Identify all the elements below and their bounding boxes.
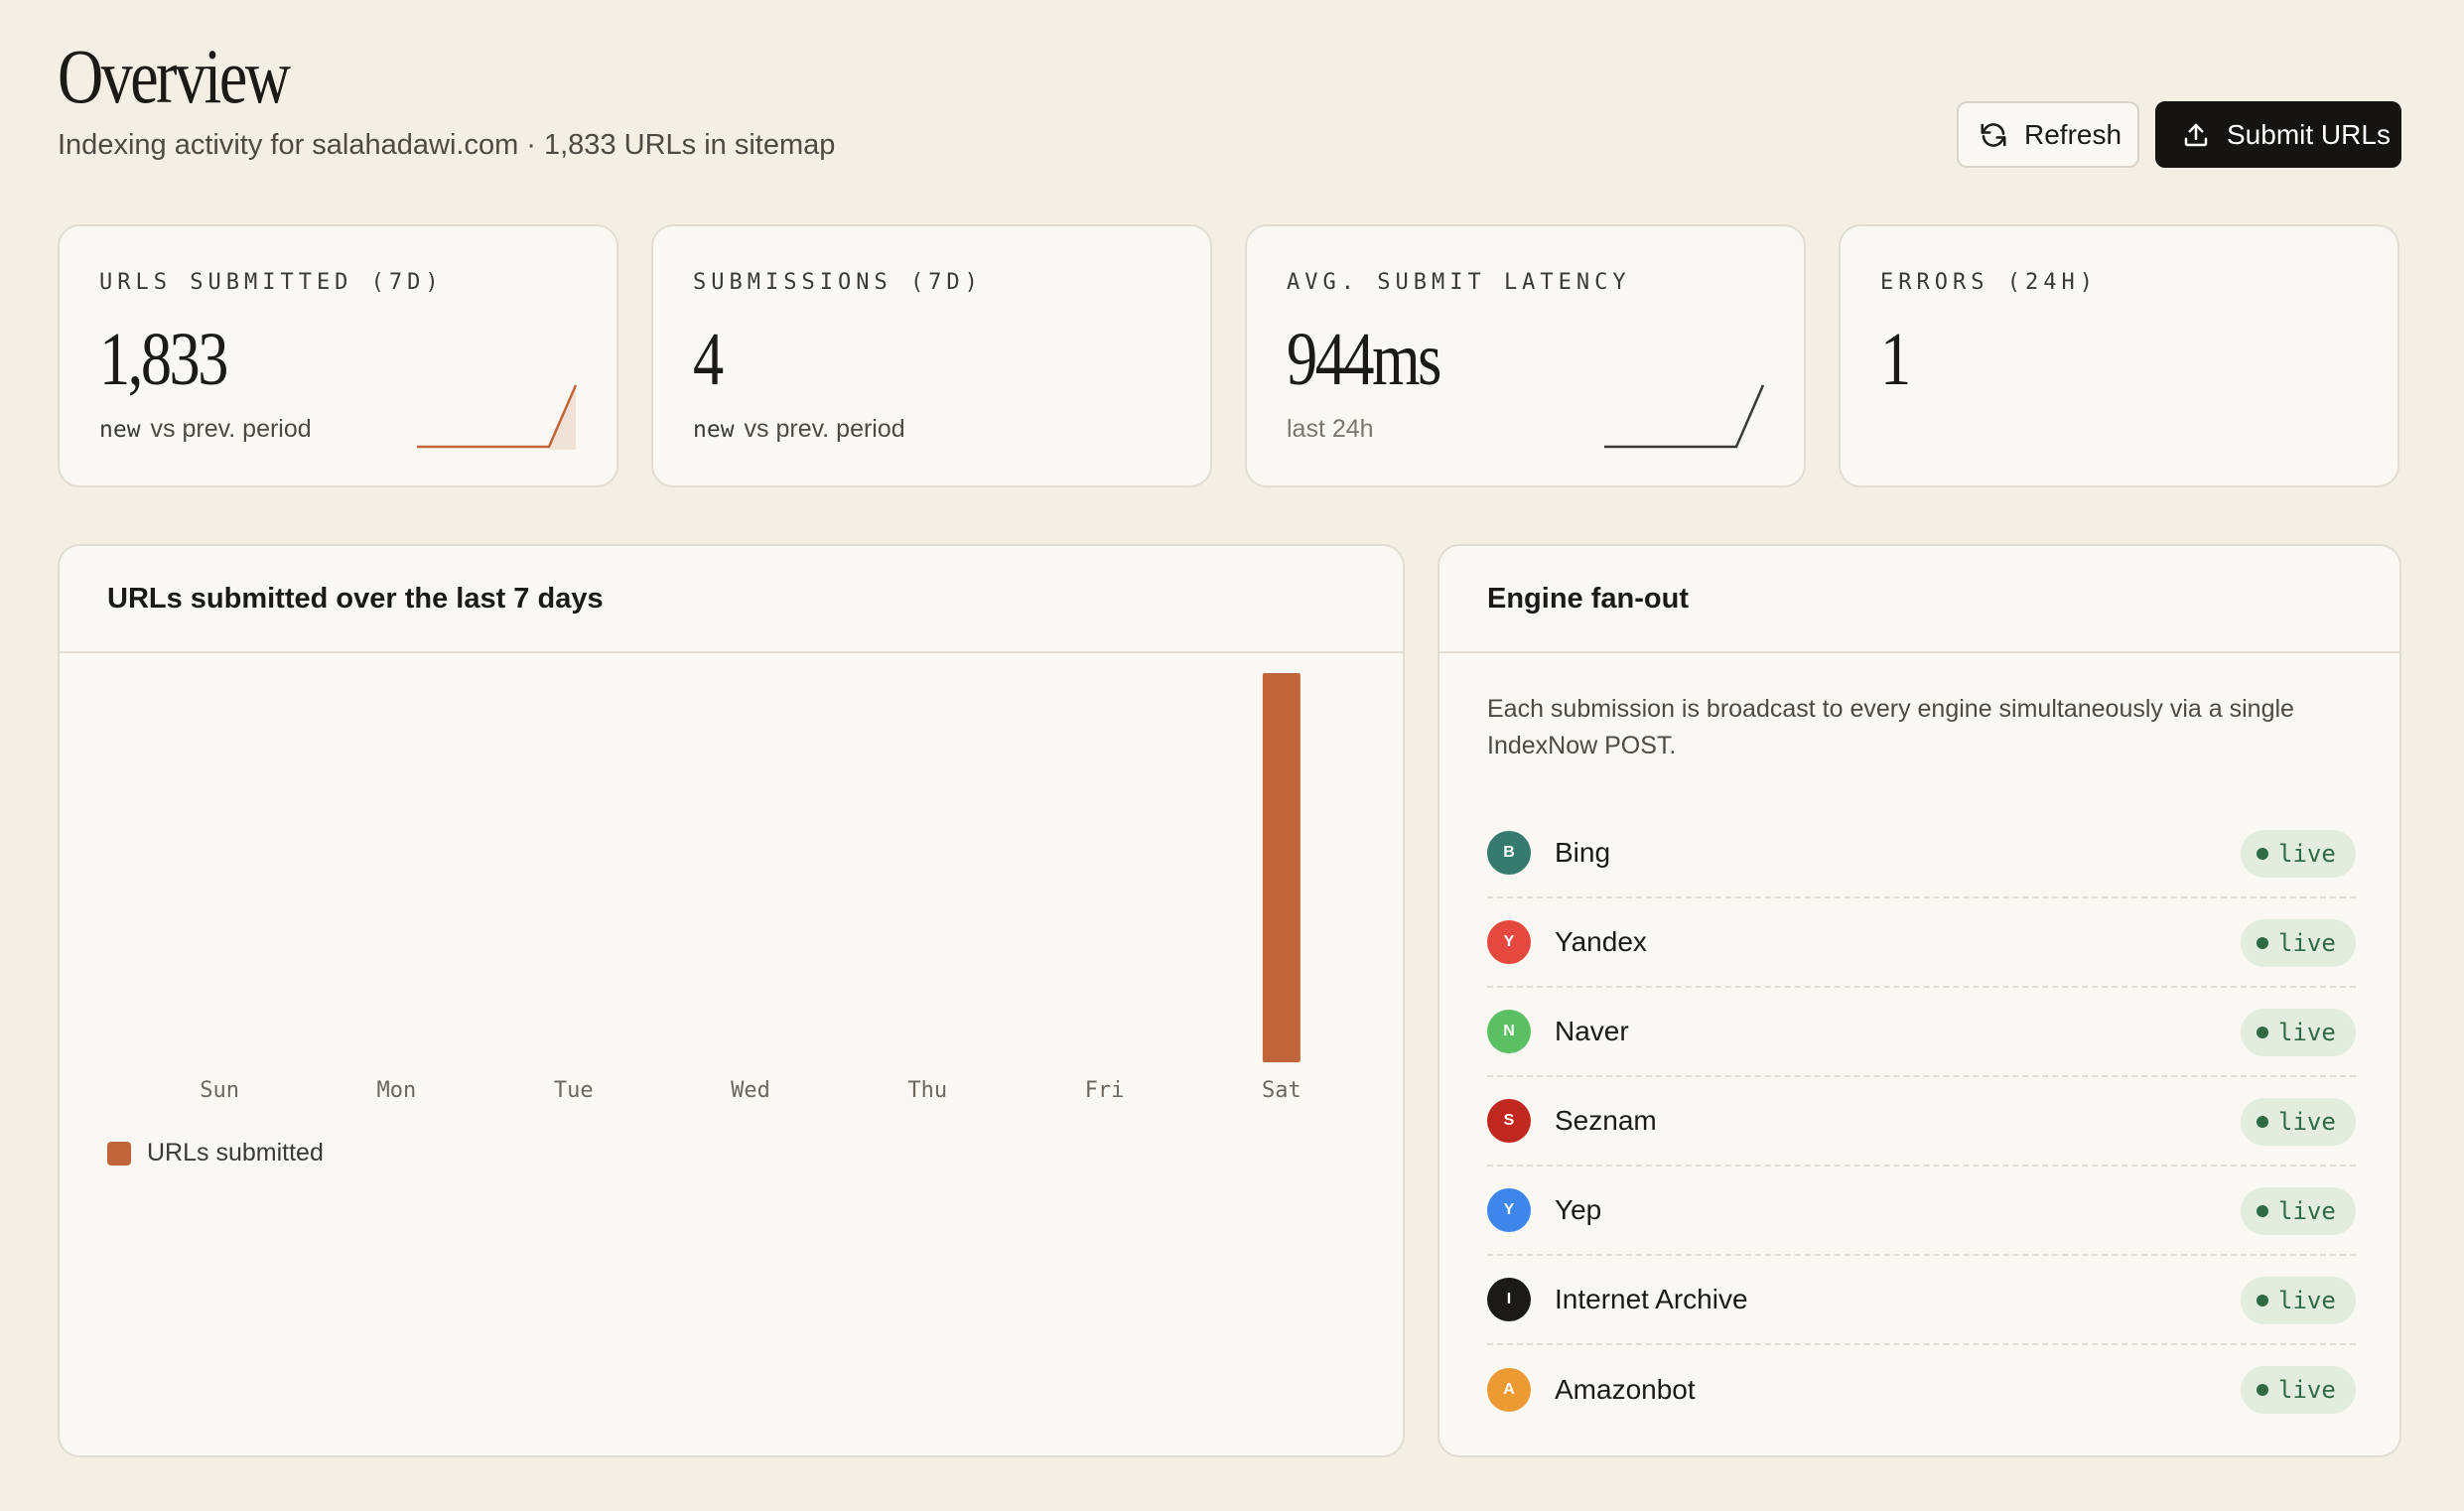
chart-bar-sat: [1262, 673, 1300, 1062]
stat-delta-badge: new: [693, 417, 735, 443]
bar-chart: Sun Mon Tue Wed Thu Fri Sat: [200, 673, 1301, 1103]
status-label: live: [2278, 1019, 2336, 1046]
stat-label: ERRORS (24H): [1880, 270, 2098, 295]
x-tick-label: Mon: [377, 1078, 417, 1103]
engine-list: B Bing live Y Yandex live N Naver live S Seznam liv…: [1487, 809, 2356, 1435]
status-badge: live: [2241, 919, 2356, 967]
engine-row: Y Yep live: [1487, 1167, 2356, 1256]
engine-avatar: N: [1487, 1010, 1531, 1053]
stat-card-errors: ERRORS (24H) 1: [1839, 224, 2399, 487]
x-tick-label: Thu: [907, 1078, 947, 1103]
engine-row: Y Yandex live: [1487, 898, 2356, 988]
legend-swatch: [107, 1141, 131, 1166]
chart-panel-title: URLs submitted over the last 7 days: [60, 546, 1403, 653]
page-title: Overview: [58, 33, 291, 119]
page-subtitle: Indexing activity for salahadawi.com · 1…: [58, 129, 836, 161]
engine-row: B Bing live: [1487, 809, 2356, 898]
stat-delta: new vs prev. period: [693, 415, 905, 444]
status-badge: live: [2241, 1009, 2356, 1056]
stat-value: 4: [693, 318, 724, 401]
stat-value: 944ms: [1287, 318, 1441, 401]
stat-delta-badge: new: [99, 417, 141, 443]
status-dot-icon: [2257, 1295, 2268, 1306]
status-dot-icon: [2257, 848, 2268, 860]
engine-panel-description: Each submission is broadcast to every en…: [1487, 695, 2294, 759]
engine-name: Yandex: [1555, 926, 1647, 957]
stat-delta-text: vs prev. period: [744, 415, 905, 443]
x-tick-label: Wed: [731, 1078, 770, 1103]
stat-card-urls-submitted: URLS SUBMITTED (7D) 1,833 new vs prev. pe…: [58, 224, 618, 487]
status-label: live: [2278, 1287, 2336, 1314]
chart-panel: URLs submitted over the last 7 days Sun M…: [58, 544, 1405, 1457]
status-badge: live: [2241, 1366, 2356, 1414]
stat-period: last 24h: [1287, 415, 1374, 443]
engine-avatar: Y: [1487, 920, 1531, 964]
engine-avatar: Y: [1487, 1188, 1531, 1232]
engine-panel-title: Engine fan-out: [1439, 546, 2399, 653]
status-badge: live: [2241, 830, 2356, 878]
x-tick-label: Tue: [554, 1078, 594, 1103]
status-dot-icon: [2257, 1384, 2268, 1396]
stat-delta-text: vs prev. period: [150, 415, 312, 443]
sparkline-urls-submitted: [417, 384, 578, 450]
status-dot-icon: [2257, 937, 2268, 949]
engine-name: Internet Archive: [1555, 1284, 1748, 1314]
upload-icon: [2184, 123, 2208, 146]
engine-name: Yep: [1555, 1194, 1602, 1225]
sparkline-latency: [1604, 384, 1765, 449]
submit-urls-button-label: Submit URLs: [2227, 118, 2391, 150]
engine-name: Bing: [1555, 837, 1611, 868]
refresh-icon: [1981, 122, 2006, 147]
status-badge: live: [2241, 1187, 2356, 1235]
status-badge: live: [2241, 1277, 2356, 1324]
stat-card-avg-latency: AVG. SUBMIT LATENCY 944ms last 24h: [1245, 224, 1806, 487]
stat-label: AVG. SUBMIT LATENCY: [1287, 270, 1631, 295]
submit-urls-button[interactable]: Submit URLs: [2155, 101, 2401, 168]
stat-label: SUBMISSIONS (7D): [693, 270, 983, 295]
engine-name: Naver: [1555, 1016, 1629, 1046]
engine-name: Seznam: [1555, 1105, 1657, 1136]
stat-label: URLS SUBMITTED (7D): [99, 270, 444, 295]
status-dot-icon: [2257, 1116, 2268, 1128]
engine-row: A Amazonbot live: [1487, 1345, 2356, 1435]
engine-avatar: A: [1487, 1368, 1531, 1412]
stat-value: 1,833: [99, 318, 228, 401]
x-tick-label: Fri: [1085, 1078, 1125, 1103]
engine-avatar: I: [1487, 1278, 1531, 1321]
engine-avatar: S: [1487, 1099, 1531, 1143]
stat-delta: new vs prev. period: [99, 415, 312, 444]
engine-avatar: B: [1487, 831, 1531, 875]
chart-legend: URLs submitted: [107, 1139, 324, 1168]
refresh-button[interactable]: Refresh: [1957, 101, 2139, 168]
engine-row: S Seznam live: [1487, 1077, 2356, 1167]
status-label: live: [2278, 1197, 2336, 1225]
x-tick-label: Sun: [200, 1078, 239, 1103]
engine-name: Amazonbot: [1555, 1374, 1696, 1405]
legend-label: URLs submitted: [147, 1139, 324, 1167]
status-label: live: [2278, 929, 2336, 957]
status-dot-icon: [2257, 1205, 2268, 1217]
status-badge: live: [2241, 1098, 2356, 1146]
status-dot-icon: [2257, 1027, 2268, 1038]
status-label: live: [2278, 840, 2336, 868]
engine-row: I Internet Archive live: [1487, 1256, 2356, 1345]
status-label: live: [2278, 1108, 2336, 1136]
stat-value: 1: [1880, 318, 1911, 401]
stat-card-submissions: SUBMISSIONS (7D) 4 new vs prev. period: [651, 224, 1212, 487]
engine-row: N Naver live: [1487, 988, 2356, 1077]
refresh-button-label: Refresh: [2024, 118, 2122, 150]
engine-fanout-panel: Engine fan-out Each submission is broadc…: [1437, 544, 2401, 1457]
x-tick-label: Sat: [1262, 1078, 1301, 1103]
status-label: live: [2278, 1376, 2336, 1404]
